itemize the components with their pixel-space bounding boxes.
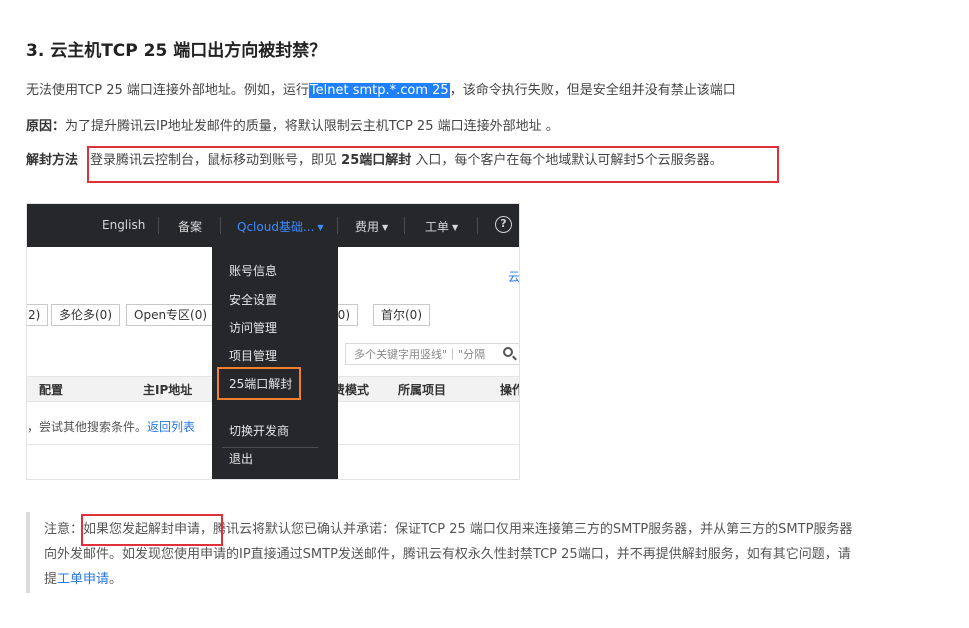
reason-text: 为了提升腾讯云IP地址发邮件的质量，将默认限制云主机TCP 25 端口连接外部地… bbox=[65, 119, 559, 134]
command-highlight: Telnet smtp.*.com 25 bbox=[308, 83, 450, 98]
nav-beian[interactable]: 备案 bbox=[178, 218, 202, 235]
reason-label: 原因： bbox=[26, 119, 66, 134]
menu-switch-developer[interactable]: 切换开发商 bbox=[229, 422, 289, 439]
intro-text-after: ，该命令执行失败，但是安全组并没有禁止该端口 bbox=[449, 83, 736, 98]
note-line-2: 向外发邮件。如发现您使用申请的IP直接通过SMTP发送邮件，腾讯云有权永久性封禁… bbox=[44, 547, 851, 562]
note-prefix: 注意： bbox=[44, 522, 84, 537]
nav-divider bbox=[158, 217, 159, 234]
col-ip: 主IP地址 bbox=[143, 383, 193, 397]
unblock-red-box bbox=[87, 146, 779, 183]
menu-logout[interactable]: 退出 bbox=[229, 450, 253, 467]
nav-divider bbox=[404, 217, 405, 234]
nav-divider bbox=[337, 217, 338, 234]
note-line-3: 提工单申请。 bbox=[44, 570, 122, 590]
col-project: 所属项目 bbox=[398, 383, 447, 397]
region-chip[interactable]: 2) bbox=[27, 304, 49, 326]
empty-text: ，尝试其他搜索条件。 bbox=[27, 420, 148, 434]
console-screenshot: English 备案 Qcloud基础... ▼ 费用 ▼ 工单 ▼ ? 云 2) 多… bbox=[26, 203, 520, 480]
intro-paragraph: 无法使用TCP 25 端口连接外部地址。例如，运行Telnet smtp.*.c… bbox=[26, 81, 736, 101]
region-chip-seoul[interactable]: 首尔(0) bbox=[373, 304, 430, 326]
col-billing: 费模式 bbox=[333, 383, 370, 397]
unblock-label: 解封方法 bbox=[26, 153, 79, 168]
nav-account[interactable]: Qcloud基础... ▼ bbox=[237, 218, 324, 235]
page-heading: 3. 云主机TCP 25 端口出方向被封禁？ bbox=[26, 41, 327, 61]
note-red-box bbox=[81, 514, 223, 546]
nav-english[interactable]: English bbox=[102, 218, 145, 232]
nav-account-label: Qcloud基础... bbox=[237, 220, 315, 234]
nav-ticket-label: 工单 bbox=[425, 220, 450, 234]
note-line1-rest: ，腾讯云将默认您已确认并承诺：保证TCP 25 端口仅用来连接第三方的SMTP服… bbox=[200, 522, 853, 537]
reason-paragraph: 原因：为了提升腾讯云IP地址发邮件的质量，将默认限制云主机TCP 25 端口连接… bbox=[26, 117, 559, 137]
nav-billing-label: 费用 bbox=[355, 220, 380, 234]
menu-security[interactable]: 安全设置 bbox=[229, 291, 277, 308]
note-line3-after: 。 bbox=[109, 572, 123, 587]
account-dropdown: 账号信息 安全设置 访问管理 项目管理 25端口解封 切换开发商 退出 bbox=[212, 247, 338, 479]
search-icon[interactable] bbox=[503, 347, 513, 357]
back-to-list-link[interactable]: 返回列表 bbox=[147, 420, 195, 434]
intro-text-before: 无法使用TCP 25 端口连接外部地址。例如，运行 bbox=[26, 83, 309, 98]
nav-divider bbox=[477, 217, 478, 234]
ticket-link[interactable]: 工单申请 bbox=[57, 572, 109, 587]
col-actions: 操作 bbox=[500, 383, 519, 397]
port25-highlight-box bbox=[217, 367, 301, 400]
region-chip-open[interactable]: Open专区(0) bbox=[126, 304, 216, 326]
help-icon[interactable]: ? bbox=[495, 216, 512, 233]
caret-down-icon: ▼ bbox=[382, 223, 389, 232]
menu-access[interactable]: 访问管理 bbox=[229, 319, 277, 336]
right-link[interactable]: 云 bbox=[508, 268, 519, 285]
note-line3-before: 提 bbox=[44, 572, 58, 587]
empty-message: ，尝试其他搜索条件。返回列表 bbox=[27, 418, 195, 435]
region-chip-toronto[interactable]: 多伦多(0) bbox=[51, 304, 120, 326]
caret-down-icon: ▼ bbox=[452, 223, 459, 232]
nav-divider bbox=[220, 217, 221, 234]
menu-account-info[interactable]: 账号信息 bbox=[229, 262, 277, 279]
menu-divider bbox=[222, 447, 318, 448]
nav-ticket[interactable]: 工单 ▼ bbox=[425, 218, 458, 235]
caret-down-icon: ▼ bbox=[317, 223, 324, 232]
nav-billing[interactable]: 费用 ▼ bbox=[355, 218, 388, 235]
col-config: 配置 bbox=[39, 383, 64, 397]
search-placeholder: 多个关键字用竖线"｜"分隔 bbox=[354, 348, 486, 361]
menu-project[interactable]: 项目管理 bbox=[229, 347, 277, 364]
